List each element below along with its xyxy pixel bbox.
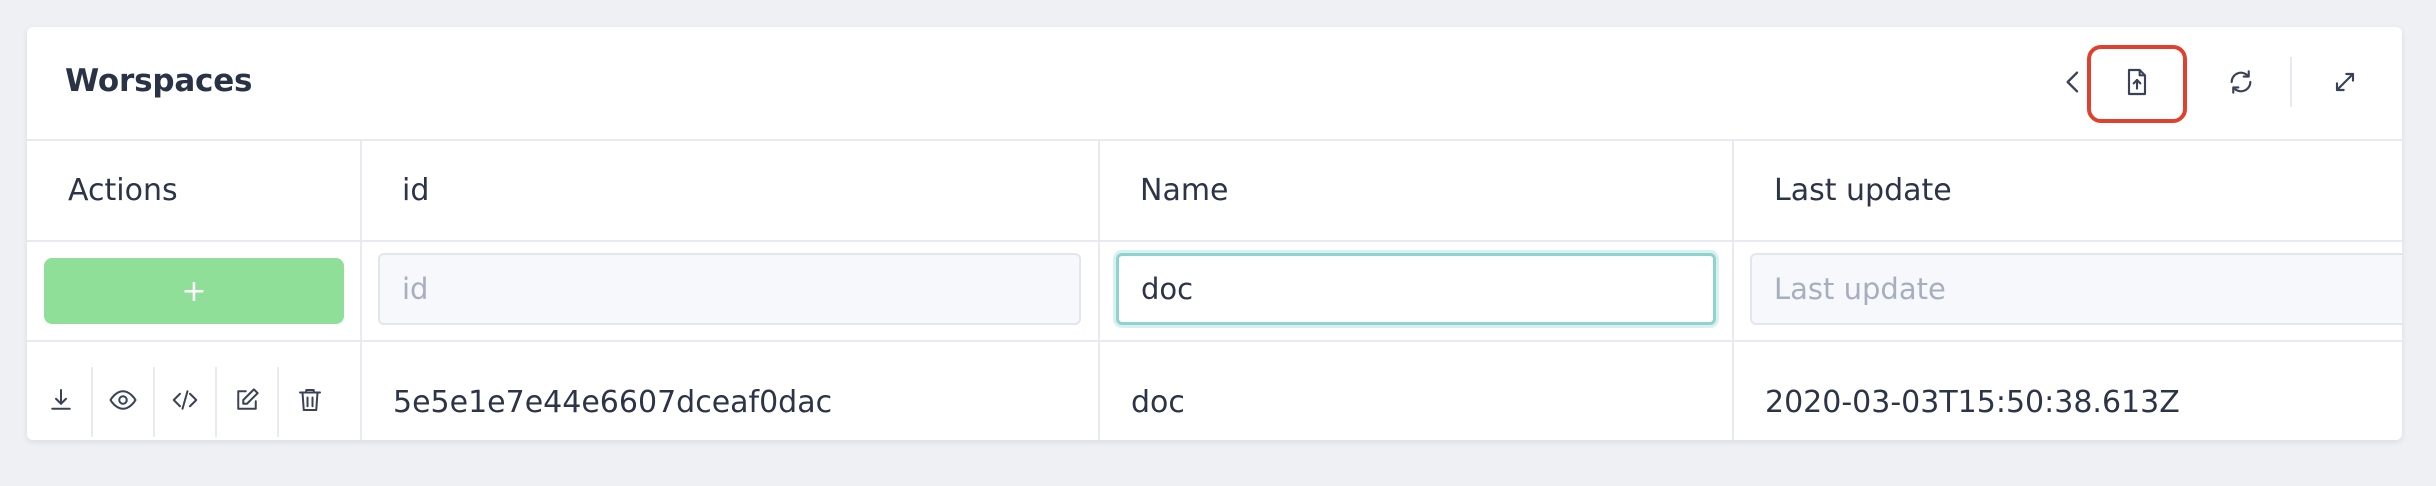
row-actions [27,364,360,440]
column-separator [1732,141,1734,440]
cell-last-update: 2020-03-03T15:50:38.613Z [1765,385,2180,420]
column-header-last-update[interactable]: Last update [1774,173,1952,208]
trash-icon [295,385,325,419]
chevron-left-icon [2057,66,2089,102]
workspaces-panel: Worspaces Actions id Name Last update + … [27,27,2402,440]
column-separator [1098,141,1100,440]
code-icon [170,385,200,419]
refresh-icon [2225,66,2257,102]
id-filter-input[interactable] [378,253,1081,325]
download-icon [46,385,76,419]
file-upload-icon [2121,66,2153,102]
name-filter-input[interactable] [1116,253,1716,325]
code-button[interactable] [155,367,217,437]
import-file-button[interactable] [2087,45,2187,123]
last-update-filter-input[interactable] [1750,253,2402,325]
eye-icon [108,385,138,419]
panel-title: Worspaces [65,63,253,99]
cell-name: doc [1131,385,1185,420]
row-separator [27,240,2402,242]
delete-button[interactable] [279,367,341,437]
view-button[interactable] [93,367,155,437]
fullscreen-button[interactable] [2295,45,2395,123]
cell-id: 5e5e1e7e44e6607dceaf0dac [393,385,833,420]
edit-button[interactable] [217,367,279,437]
expand-icon [2329,66,2361,102]
column-header-name[interactable]: Name [1140,173,1229,208]
edit-icon [232,385,262,419]
column-header-actions[interactable]: Actions [68,173,178,208]
header-divider [2290,57,2292,107]
download-button[interactable] [31,367,93,437]
panel-header: Worspaces [27,27,2402,141]
add-workspace-button[interactable]: + [44,258,344,324]
column-header-id[interactable]: id [402,173,429,208]
row-separator [27,340,2402,342]
column-separator [360,141,362,440]
refresh-button[interactable] [2191,45,2291,123]
